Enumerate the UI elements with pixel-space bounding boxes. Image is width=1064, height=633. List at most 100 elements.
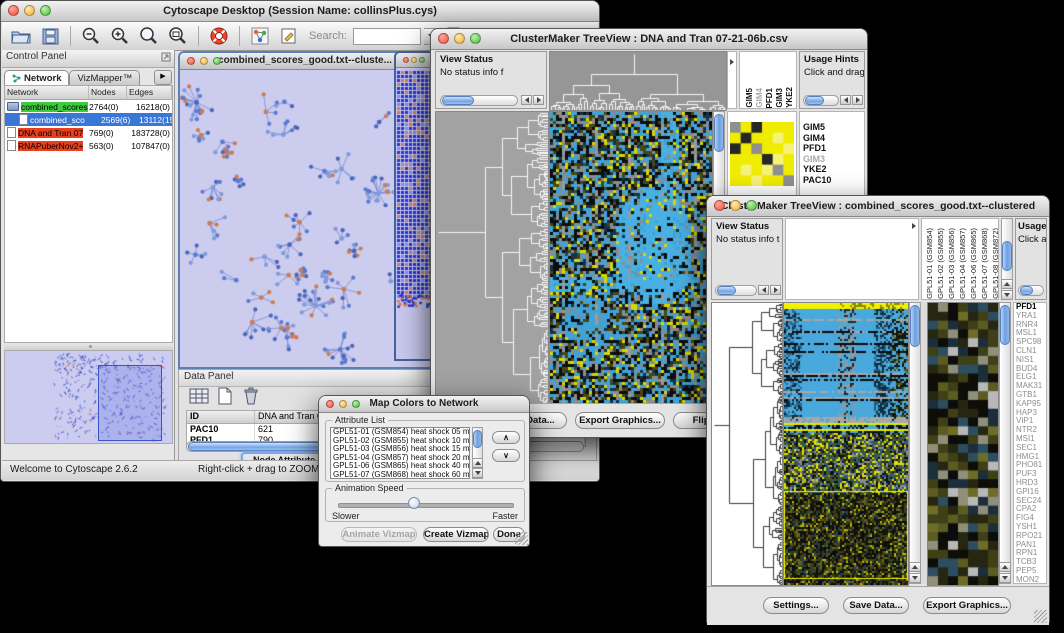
col-header-network[interactable]: Network — [5, 86, 89, 99]
select-attributes-button[interactable] — [187, 385, 211, 407]
treeview1-title-bar[interactable]: ClusterMaker TreeView : DNA and Tran 07-… — [431, 29, 867, 50]
scrollbar-thumb[interactable] — [717, 286, 736, 295]
row-label[interactable]: GIM5 — [800, 122, 864, 133]
minimize-icon[interactable] — [730, 200, 741, 211]
gene-label[interactable]: FIG4 — [1014, 514, 1046, 523]
heatmap-canvas[interactable] — [549, 111, 713, 405]
tab-overflow-button[interactable]: ▶ — [154, 70, 172, 85]
zoom-selected-button[interactable] — [136, 24, 162, 48]
close-icon[interactable] — [438, 33, 449, 44]
heatmap-vscrollbar[interactable] — [909, 302, 921, 584]
close-icon[interactable] — [326, 400, 334, 408]
scroll-left-button[interactable] — [758, 285, 769, 295]
gene-label[interactable]: GPI16 — [1014, 488, 1046, 497]
usage-hscrollbar[interactable] — [803, 95, 839, 106]
scrollbar-thumb[interactable] — [473, 430, 482, 448]
network-canvas[interactable] — [180, 70, 430, 368]
zoom-out-button[interactable] — [78, 24, 104, 48]
scrollbar-thumb[interactable] — [1020, 286, 1033, 295]
zoom-in-button[interactable] — [107, 24, 133, 48]
network-list-row[interactable]: combined_scores2764(0)16218(0) — [5, 100, 172, 113]
usage-hscrollbar[interactable] — [1018, 285, 1044, 296]
gene-label[interactable]: MSL1 — [1014, 329, 1046, 338]
close-icon[interactable] — [403, 57, 409, 63]
scroll-down-button[interactable] — [909, 573, 921, 583]
gene-label[interactable]: HAP3 — [1014, 409, 1046, 418]
global-heatmap-canvas[interactable] — [783, 302, 909, 586]
resize-grip[interactable] — [515, 532, 528, 545]
scroll-left-button[interactable] — [840, 95, 851, 105]
export-graphics-button[interactable]: Export Graphics... — [923, 597, 1011, 614]
splitter-strip[interactable] — [727, 51, 737, 109]
attribute-list-item[interactable]: GPL51-07 (GSM868) heat shock 60 min — [331, 471, 469, 480]
tab-vizmapper[interactable]: VizMapper™ — [69, 70, 140, 85]
gene-label[interactable]: NTR2 — [1014, 426, 1046, 435]
zoom-window-icon[interactable] — [419, 57, 425, 63]
gene-label[interactable]: KAP95 — [1014, 400, 1046, 409]
zoom-window-icon[interactable] — [213, 57, 221, 65]
create-vizmap-button[interactable]: Create Vizmap — [423, 527, 489, 542]
gene-label[interactable]: ELG1 — [1014, 373, 1046, 382]
save-data-button[interactable]: Save Data... — [843, 597, 909, 614]
gene-label[interactable]: RPO21 — [1014, 532, 1046, 541]
gene-label[interactable]: PEP5 — [1014, 567, 1046, 576]
save-session-button[interactable] — [37, 24, 63, 48]
zoom-window-icon[interactable] — [470, 33, 481, 44]
close-icon[interactable] — [187, 57, 195, 65]
minimize-icon[interactable] — [339, 400, 347, 408]
move-up-button[interactable]: ∧ — [492, 431, 520, 444]
new-attribute-button[interactable] — [213, 385, 237, 407]
zoom-fit-button[interactable] — [165, 24, 191, 48]
close-icon[interactable] — [8, 5, 19, 16]
gene-label[interactable]: VIP1 — [1014, 417, 1046, 426]
col-header-nodes[interactable]: Nodes — [89, 86, 127, 99]
scrollbar-thumb[interactable] — [442, 96, 474, 105]
speed-slider-thumb[interactable] — [408, 497, 420, 509]
scroll-down-button[interactable] — [1001, 290, 1013, 300]
export-graphics-button[interactable]: Export Graphics... — [575, 412, 665, 429]
network-canvas-dense[interactable] — [396, 68, 433, 360]
scroll-right-button[interactable] — [533, 95, 544, 105]
column-label[interactable]: GPL51-07 (GSM868) — [980, 228, 989, 299]
gene-label[interactable]: MSI1 — [1014, 435, 1046, 444]
column-label[interactable]: GPL51-08 (GSM872) — [991, 228, 999, 299]
move-down-button[interactable]: ∨ — [492, 449, 520, 462]
row-label[interactable]: PAC10 — [800, 175, 864, 186]
scrollbar-thumb[interactable] — [805, 96, 824, 105]
gene-label[interactable]: YRA1 — [1014, 312, 1046, 321]
minimize-icon[interactable] — [200, 57, 208, 65]
delete-attribute-button[interactable] — [239, 385, 263, 407]
main-title-bar[interactable]: Cytoscape Desktop (Session Name: collins… — [1, 1, 599, 22]
zoom-window-icon[interactable] — [352, 400, 360, 408]
animate-vizmap-button[interactable]: Animate Vizmap — [341, 527, 417, 542]
scrollbar-thumb[interactable] — [1002, 241, 1012, 271]
scroll-left-button[interactable] — [521, 95, 532, 105]
col-header-id[interactable]: ID — [187, 411, 255, 423]
network-list-row[interactable]: combined_sco2569(6)13112(15) — [5, 113, 172, 126]
gene-label[interactable]: NIS1 — [1014, 356, 1046, 365]
row-label[interactable]: GIM3 — [800, 154, 864, 165]
resize-grip[interactable] — [1034, 610, 1047, 623]
scroll-up-button[interactable] — [999, 562, 1011, 572]
gene-label[interactable]: RPN1 — [1014, 549, 1046, 558]
speed-slider-track[interactable] — [338, 503, 514, 508]
dialog-title-bar[interactable]: Map Colors to Network — [319, 396, 529, 413]
scroll-up-button[interactable] — [909, 562, 921, 572]
column-label[interactable]: GPL51-06 (GSM865) — [969, 228, 978, 299]
zoom-window-icon[interactable] — [40, 5, 51, 16]
zoom-window-icon[interactable] — [746, 200, 757, 211]
correlation-matrix-canvas[interactable] — [730, 122, 794, 186]
column-label[interactable]: GPL51-01 (GSM854) — [925, 228, 934, 299]
column-label[interactable]: PFD1 — [765, 88, 774, 108]
column-label[interactable]: GPL51-02 (GSM855) — [936, 228, 945, 299]
gene-label[interactable]: SEC24 — [1014, 497, 1046, 506]
gene-label[interactable]: PUF3 — [1014, 470, 1046, 479]
gene-label[interactable]: PAN1 — [1014, 541, 1046, 550]
splitter-arrow-icon[interactable] — [912, 223, 916, 229]
vizmapper-button[interactable] — [247, 24, 273, 48]
gene-label[interactable]: RNR4 — [1014, 321, 1046, 330]
gene-label[interactable]: PHO81 — [1014, 461, 1046, 470]
column-label[interactable]: GPL51-04 (GSM857) — [958, 228, 967, 299]
gene-label[interactable]: GTB1 — [1014, 391, 1046, 400]
gene-label[interactable]: CPA2 — [1014, 505, 1046, 514]
